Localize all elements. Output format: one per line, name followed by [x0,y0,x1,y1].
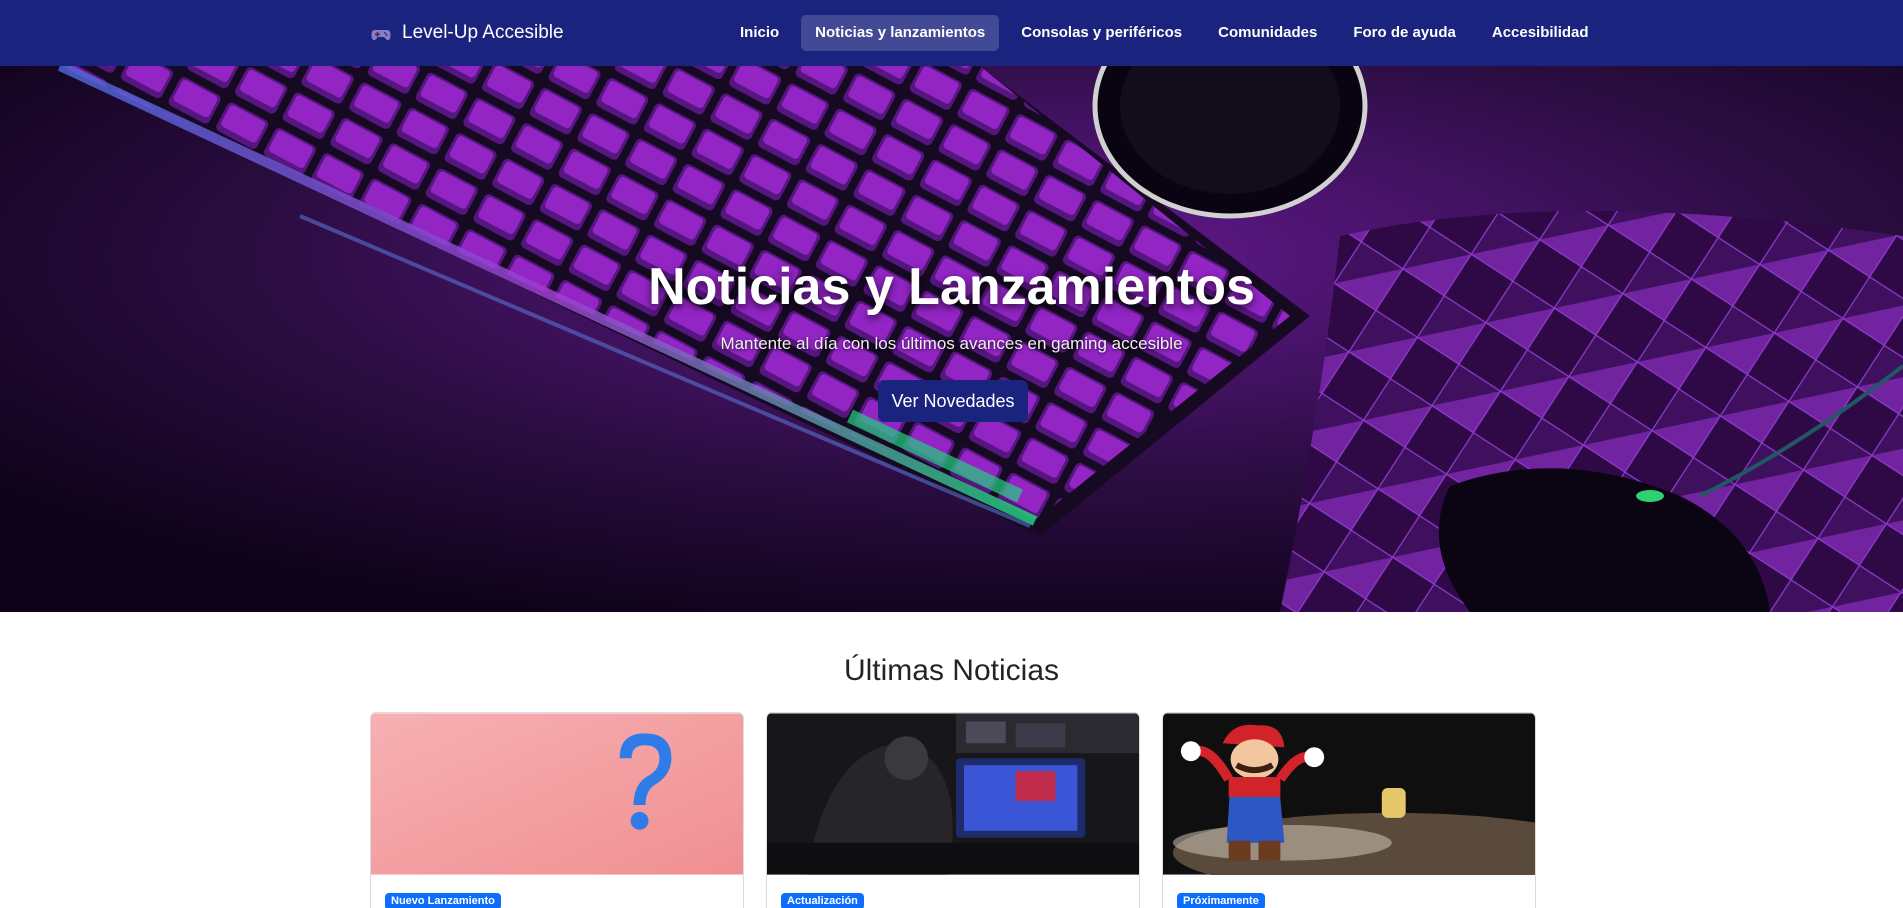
card-badge: Actualización [781,893,864,908]
card-badge: Nuevo Lanzamiento [385,893,501,908]
nav-item-consolas[interactable]: Consolas y periféricos [1007,15,1196,51]
mario-figure-image [1163,713,1535,875]
esports-player-image [767,713,1139,875]
brand-link[interactable]: Level-Up Accesible [371,20,564,46]
gamepad-icon [371,26,391,41]
nav-item-comunidades[interactable]: Comunidades [1204,15,1331,51]
question-mark-image [371,713,743,875]
navbar: Level-Up Accesible Inicio Noticias y lan… [0,0,1903,66]
brand-name: Level-Up Accesible [402,22,564,43]
ver-novedades-button[interactable]: Ver Novedades [878,380,1028,422]
news-card[interactable]: Próximamente [1162,712,1536,908]
card-badge: Próximamente [1177,893,1265,908]
nav-item-inicio[interactable]: Inicio [726,15,793,51]
latest-news-title: Últimas Noticias [843,654,1060,687]
hero-title: Noticias y Lanzamientos [648,258,1255,316]
hero-subtitle: Mantente al día con los últimos avances … [720,334,1183,353]
nav-item-noticias[interactable]: Noticias y lanzamientos [801,15,1000,51]
nav-item-accesibilidad[interactable]: Accesibilidad [1478,15,1603,51]
main-nav: Inicio Noticias y lanzamientos Consolas … [726,15,1611,51]
hero-banner: Noticias y Lanzamientos Mantente al día … [0,66,1903,612]
nav-item-foro[interactable]: Foro de ayuda [1339,15,1470,51]
news-card[interactable]: Actualización [766,712,1140,908]
news-card[interactable]: Nuevo Lanzamiento [370,712,744,908]
